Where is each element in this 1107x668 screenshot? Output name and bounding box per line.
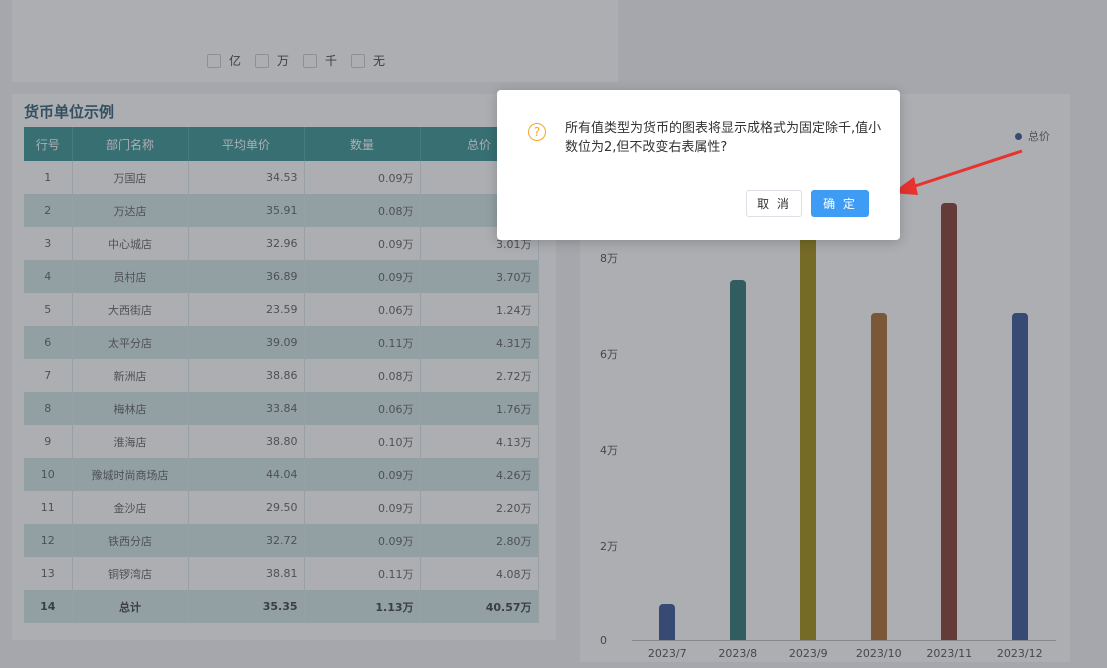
confirm-dialog: ? 所有值类型为货币的图表将显示成格式为固定除千,值小数位为2,但不改变右表属性… xyxy=(497,90,900,240)
confirm-button[interactable]: 确 定 xyxy=(811,190,869,217)
question-icon: ? xyxy=(528,123,546,141)
dialog-message: 所有值类型为货币的图表将显示成格式为固定除千,值小数位为2,但不改变右表属性? xyxy=(565,121,882,155)
cancel-button[interactable]: 取 消 xyxy=(746,190,802,217)
